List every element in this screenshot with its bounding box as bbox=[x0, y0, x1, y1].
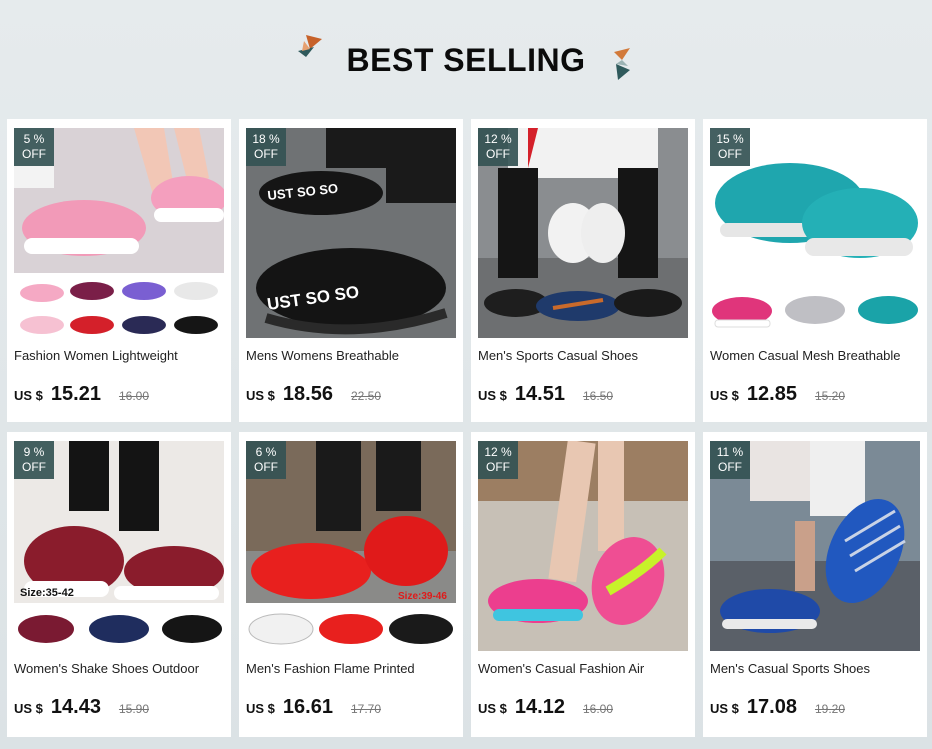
product-card[interactable]: 12 % OFF Men's Sports Casual Shoes US $ 1… bbox=[471, 119, 695, 422]
discount-badge: 12 % OFF bbox=[478, 441, 518, 479]
page-title: BEST SELLING bbox=[346, 42, 586, 78]
original-price: 22.50 bbox=[350, 389, 381, 403]
product-image[interactable]: UST SO SO UST SO SO 18 % OFF bbox=[246, 128, 456, 338]
product-image[interactable]: 11 % OFF bbox=[710, 441, 920, 651]
product-image[interactable]: 15 % OFF bbox=[710, 128, 920, 338]
product-image[interactable]: Size:39-46 6 % OFF bbox=[246, 441, 456, 651]
original-price: 16.50 bbox=[582, 389, 613, 403]
price-row: US $ 14.12 16.00 bbox=[478, 696, 613, 726]
price-row: US $ 14.51 16.50 bbox=[478, 383, 613, 413]
price-row: US $ 16.61 17.70 bbox=[246, 696, 381, 726]
currency-label: US $ bbox=[14, 701, 43, 716]
product-image[interactable]: 12 % OFF bbox=[478, 128, 688, 338]
product-card[interactable]: Size:39-46 6 % OFF Men's Fashion Flame Pr… bbox=[239, 432, 463, 737]
product-image[interactable]: Size:35-42 9 % OFF bbox=[14, 441, 224, 651]
original-price: 16.00 bbox=[582, 702, 613, 716]
price: 14.43 bbox=[50, 696, 101, 718]
product-name[interactable]: Men's Sports Casual Shoes bbox=[478, 348, 688, 363]
original-price: 19.20 bbox=[814, 702, 845, 716]
price: 16.61 bbox=[282, 696, 333, 718]
currency-label: US $ bbox=[710, 388, 739, 403]
price-row: US $ 14.43 15.90 bbox=[14, 696, 149, 726]
size-label: Size:39-46 bbox=[398, 591, 447, 602]
product-name[interactable]: Women's Shake Shoes Outdoor bbox=[14, 661, 224, 676]
product-name[interactable]: Mens Womens Breathable bbox=[246, 348, 456, 363]
original-price: 16.00 bbox=[118, 389, 149, 403]
discount-badge: 6 % OFF bbox=[246, 441, 286, 479]
product-grid: 5 % OFF Fashion Women Lightweight US $ 15… bbox=[7, 119, 927, 743]
price: 15.21 bbox=[50, 383, 101, 405]
price: 14.12 bbox=[514, 696, 565, 718]
product-card[interactable]: UST SO SO UST SO SO 18 % OFF Mens Womens … bbox=[239, 119, 463, 422]
discount-badge: 18 % OFF bbox=[246, 128, 286, 166]
section-header: BEST SELLING bbox=[0, 0, 932, 118]
decor-triangles-right-icon bbox=[614, 48, 630, 80]
price: 18.56 bbox=[282, 383, 333, 405]
product-name[interactable]: Women Casual Mesh Breathable bbox=[710, 348, 920, 363]
discount-badge: 12 % OFF bbox=[478, 128, 518, 166]
product-card[interactable]: 11 % OFF Men's Casual Sports Shoes US $ 1… bbox=[703, 432, 927, 737]
price-row: US $ 17.08 19.20 bbox=[710, 696, 845, 726]
price-row: US $ 15.21 16.00 bbox=[14, 383, 149, 413]
product-name[interactable]: Women's Casual Fashion Air bbox=[478, 661, 688, 676]
original-price: 17.70 bbox=[350, 702, 381, 716]
product-image[interactable]: 5 % OFF bbox=[14, 128, 224, 338]
discount-badge: 11 % OFF bbox=[710, 441, 750, 479]
product-name[interactable]: Men's Fashion Flame Printed bbox=[246, 661, 456, 676]
price-row: US $ 12.85 15.20 bbox=[710, 383, 845, 413]
price-row: US $ 18.56 22.50 bbox=[246, 383, 381, 413]
currency-label: US $ bbox=[710, 701, 739, 716]
size-label: Size:35-42 bbox=[20, 587, 74, 599]
product-card[interactable]: 5 % OFF Fashion Women Lightweight US $ 15… bbox=[7, 119, 231, 422]
price: 12.85 bbox=[746, 383, 797, 405]
product-name[interactable]: Fashion Women Lightweight bbox=[14, 348, 224, 363]
original-price: 15.90 bbox=[118, 702, 149, 716]
currency-label: US $ bbox=[246, 701, 275, 716]
product-name[interactable]: Men's Casual Sports Shoes bbox=[710, 661, 920, 676]
product-image[interactable]: 12 % OFF bbox=[478, 441, 688, 651]
discount-badge: 9 % OFF bbox=[14, 441, 54, 479]
product-card[interactable]: 12 % OFF Women's Casual Fashion Air US $ … bbox=[471, 432, 695, 737]
product-card[interactable]: 15 % OFF Women Casual Mesh Breathable US … bbox=[703, 119, 927, 422]
discount-badge: 15 % OFF bbox=[710, 128, 750, 166]
price: 14.51 bbox=[514, 383, 565, 405]
currency-label: US $ bbox=[246, 388, 275, 403]
currency-label: US $ bbox=[478, 701, 507, 716]
price: 17.08 bbox=[746, 696, 797, 718]
original-price: 15.20 bbox=[814, 389, 845, 403]
currency-label: US $ bbox=[478, 388, 507, 403]
product-card[interactable]: Size:35-42 9 % OFF Women's Shake Shoes Ou… bbox=[7, 432, 231, 737]
currency-label: US $ bbox=[14, 388, 43, 403]
discount-badge: 5 % OFF bbox=[14, 128, 54, 166]
